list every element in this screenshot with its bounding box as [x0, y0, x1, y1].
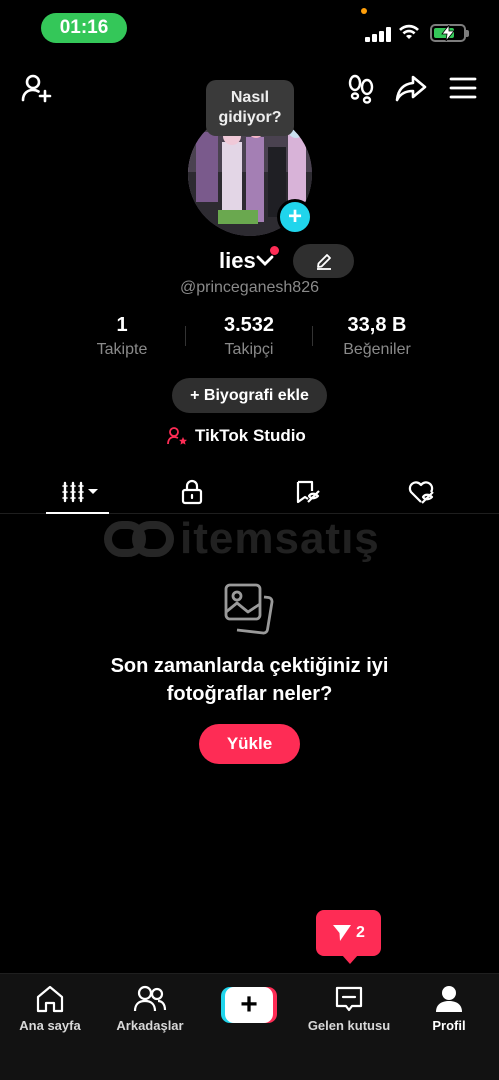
- status-bar: 01:16: [0, 0, 499, 56]
- content-tabs: [0, 470, 499, 514]
- stat-followers[interactable]: 3.532 Takipçi: [189, 314, 309, 359]
- stat-divider: [185, 326, 186, 346]
- empty-state-line2: fotoğraflar neler?: [166, 683, 333, 705]
- inbox-icon: [335, 986, 363, 1012]
- tab-liked[interactable]: [392, 474, 452, 510]
- status-note-line2: gidiyor?: [218, 109, 282, 126]
- send-arrow-icon: [333, 925, 352, 941]
- inbox-badge-count: 2: [356, 924, 365, 941]
- friends-icon: [133, 985, 167, 1012]
- menu-icon[interactable]: [447, 72, 479, 104]
- liked-icon: [408, 481, 434, 504]
- nav-friends[interactable]: Arkadaşlar: [100, 982, 200, 1033]
- stat-followers-label: Takipçi: [224, 341, 274, 358]
- saved-icon: [296, 480, 320, 504]
- upload-button[interactable]: Yükle: [199, 724, 300, 764]
- username-handle: @princeganesh826: [179, 279, 319, 296]
- status-time[interactable]: 01:16: [41, 13, 127, 43]
- name-row: lies: [0, 244, 499, 278]
- empty-state-line1: Son zamanlarda çektiğiniz iyi: [110, 655, 389, 677]
- add-bio-button[interactable]: + Biyografi ekle: [172, 378, 327, 413]
- inbox-notification-bubble[interactable]: 2: [316, 910, 381, 964]
- nav-inbox-label: Gelen kutusu: [307, 1018, 391, 1033]
- tab-saved[interactable]: [278, 474, 338, 510]
- tab-videos[interactable]: [48, 474, 108, 510]
- bottom-navigation: Ana sayfa Arkadaşlar + Gelen kutusu Prof…: [0, 973, 499, 1080]
- photo-gallery-icon: [224, 583, 274, 635]
- share-icon[interactable]: [395, 72, 427, 104]
- nav-inbox[interactable]: Gelen kutusu: [299, 982, 399, 1033]
- nav-home-label: Ana sayfa: [19, 1018, 81, 1033]
- nav-profile[interactable]: Profil: [399, 982, 499, 1033]
- wifi-icon: [399, 24, 419, 39]
- footprints-icon[interactable]: [345, 72, 377, 104]
- nav-home[interactable]: Ana sayfa: [0, 982, 100, 1033]
- create-button[interactable]: +: [221, 987, 277, 1023]
- stat-following[interactable]: 1 Takipte: [62, 314, 182, 359]
- watermark-logo-icon: [104, 521, 174, 557]
- notification-dot: [270, 246, 279, 255]
- display-name[interactable]: lies: [219, 248, 256, 274]
- add-story-button[interactable]: +: [277, 199, 313, 235]
- stat-likes-value: 33,8 B: [347, 314, 407, 336]
- privacy-indicator-dot: [361, 8, 367, 14]
- profile-icon: [436, 986, 462, 1012]
- stat-likes-label: Beğeniler: [343, 341, 411, 358]
- nav-profile-label: Profil: [432, 1018, 466, 1033]
- edit-profile-button[interactable]: [293, 244, 354, 278]
- status-note-line1: Nasıl: [230, 89, 270, 106]
- stat-following-label: Takipte: [96, 341, 148, 358]
- battery-icon: [430, 24, 469, 42]
- watermark: itemsatış: [104, 514, 404, 564]
- studio-person-star-icon: [167, 427, 187, 445]
- home-icon: [36, 985, 64, 1013]
- stat-divider: [312, 326, 313, 346]
- chevron-down-icon[interactable]: [256, 254, 274, 268]
- add-friend-icon[interactable]: [20, 72, 52, 104]
- tiktok-studio-label: TikTok Studio: [195, 426, 306, 445]
- pencil-icon: [316, 254, 331, 270]
- lock-icon: [181, 479, 203, 505]
- create-plus-icon: +: [225, 987, 273, 1023]
- stat-following-value: 1: [116, 314, 128, 336]
- tiktok-studio-link[interactable]: TikTok Studio: [167, 424, 306, 448]
- nav-friends-label: Arkadaşlar: [116, 1018, 184, 1033]
- tab-private[interactable]: [162, 474, 222, 510]
- stat-likes[interactable]: 33,8 B Beğeniler: [317, 314, 437, 359]
- profile-stats: 1 Takipte 3.532 Takipçi 33,8 B Beğeniler: [0, 314, 499, 362]
- empty-state-message: Son zamanlarda çektiğiniz iyi fotoğrafla…: [0, 652, 499, 708]
- watermark-text: itemsatış: [180, 514, 380, 563]
- cellular-signal-icon: [365, 26, 391, 42]
- active-tab-indicator: [46, 512, 109, 514]
- stat-followers-value: 3.532: [223, 314, 275, 336]
- status-note-bubble[interactable]: Nasıl gidiyor?: [206, 80, 294, 136]
- videos-grid-icon: [62, 481, 98, 503]
